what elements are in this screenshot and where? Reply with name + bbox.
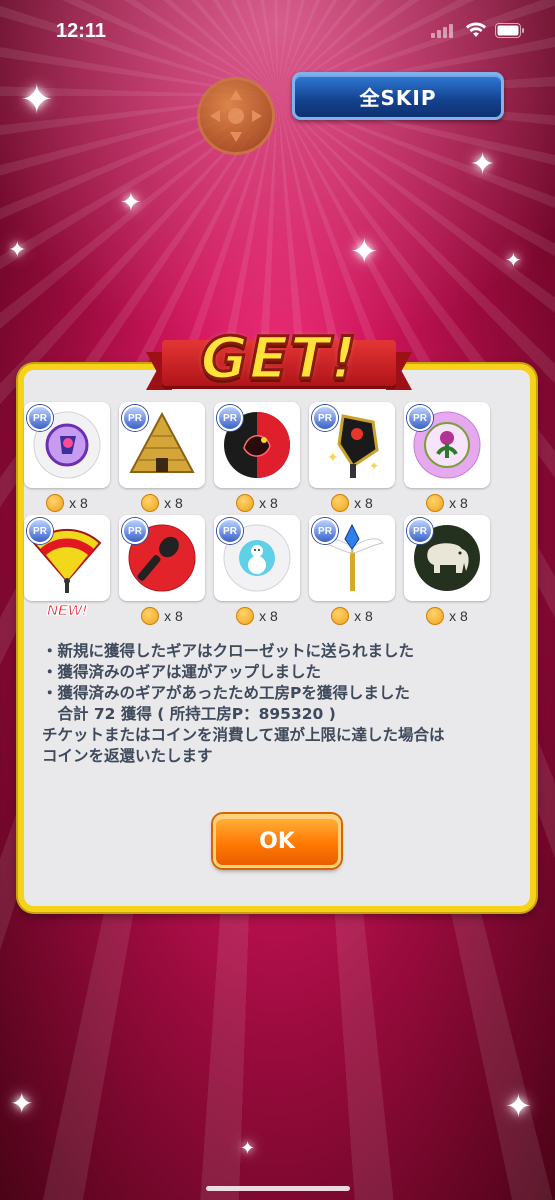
pr-badge: PR [122,405,148,431]
coin-reward: x 8 [214,605,300,627]
pr-badge: PR [407,405,433,431]
pr-badge: PR [217,518,243,544]
wifi-icon [465,22,487,38]
message-line: 合計 72 獲得 ( 所持工房P：895320 ) [42,705,336,723]
reward-item-card[interactable]: PR [309,515,395,601]
coin-amount: x 8 [259,495,278,511]
sparkle-icon: ✦ [505,1087,532,1125]
sparkle-icon: ✦ [240,1138,256,1159]
signal-icon [431,22,457,38]
get-banner: GET! [146,318,412,398]
pr-badge: PR [312,405,338,431]
coin-amount: x 8 [164,608,183,624]
reward-item-card[interactable]: ✦ ✦ PR [309,402,395,488]
reward-item-card[interactable]: PR [214,402,300,488]
skip-all-button[interactable]: 全SKIP [292,72,504,120]
reward-item-card[interactable]: PR [24,515,110,601]
svg-text:✦: ✦ [327,450,339,466]
sparkle-icon: ✦ [10,1087,34,1120]
coin-icon [236,494,255,512]
reward-item-card[interactable]: PR [24,402,110,488]
coin-amount: x 8 [449,608,468,624]
pr-badge: PR [27,518,53,544]
sparkle-icon: ✦ [350,232,379,272]
svg-text:✦: ✦ [369,459,379,473]
coin-icon [141,607,160,625]
reward-item-card[interactable]: PR [404,402,490,488]
coin-reward: x 8 [404,605,490,627]
status-bar: 12:11 [0,0,555,64]
coin-reward: x 8 [309,605,395,627]
coin-icon [426,607,445,625]
new-badge: NEW! [47,602,88,620]
ok-button[interactable]: OK [213,814,341,868]
message-line: ・獲得済みのギアがあったため工房Pを獲得しました [42,684,410,702]
battery-icon [495,22,525,38]
sparkle-icon: ✦ [120,188,142,218]
pr-badge: PR [122,518,148,544]
home-indicator [206,1186,350,1191]
message-line: チケットまたはコインを消費して運が上限に達した場合は [42,726,445,744]
coin-amount: x 8 [354,608,373,624]
coin-icon [331,607,350,625]
sparkle-icon: ✦ [505,248,522,272]
coin-reward: x 8 [309,492,395,514]
coin-amount: x 8 [259,608,278,624]
coin-icon [236,607,255,625]
reward-item-card[interactable]: PR [119,515,205,601]
camera-dpad-button[interactable] [197,77,275,155]
coin-reward: x 8 [119,605,205,627]
coin-reward: x 8 [119,492,205,514]
sparkle-icon: ✦ [8,238,27,263]
coin-reward: x 8 [214,492,300,514]
message-line: ・新規に獲得したギアはクローゼットに送られました [42,642,415,660]
coin-icon [141,494,160,512]
coin-amount: x 8 [164,495,183,511]
coin-amount: x 8 [69,495,88,511]
status-time: 12:11 [56,20,107,42]
pr-badge: PR [27,405,53,431]
reward-item-card[interactable]: PR [119,402,205,488]
coin-reward: x 8 [24,492,110,514]
coin-amount: x 8 [449,495,468,511]
coin-icon [331,494,350,512]
message-line: コインを返還いたします [42,747,213,765]
reward-screen: ✦ ✦ ✦ ✦ ✦ ✦ ✦ ✦ ✦ 12:11 全SKIP GET! PR x … [0,0,555,1200]
coin-reward: x 8 [404,492,490,514]
sparkle-icon: ✦ [20,77,54,123]
coin-icon [46,494,65,512]
message-line: ・獲得済みのギアは運がアップしました [42,663,322,681]
coin-amount: x 8 [354,495,373,511]
reward-item-card[interactable]: PR [214,515,300,601]
pr-badge: PR [217,405,243,431]
sparkle-icon: ✦ [470,147,496,182]
coin-icon [426,494,445,512]
reward-item-card[interactable]: PR [404,515,490,601]
status-icons [431,22,525,38]
pr-badge: PR [407,518,433,544]
pr-badge: PR [312,518,338,544]
reward-message: ・新規に獲得したギアはクローゼットに送られました ・獲得済みのギアは運がアップしま… [42,641,512,767]
get-banner-text: GET! [199,323,358,394]
